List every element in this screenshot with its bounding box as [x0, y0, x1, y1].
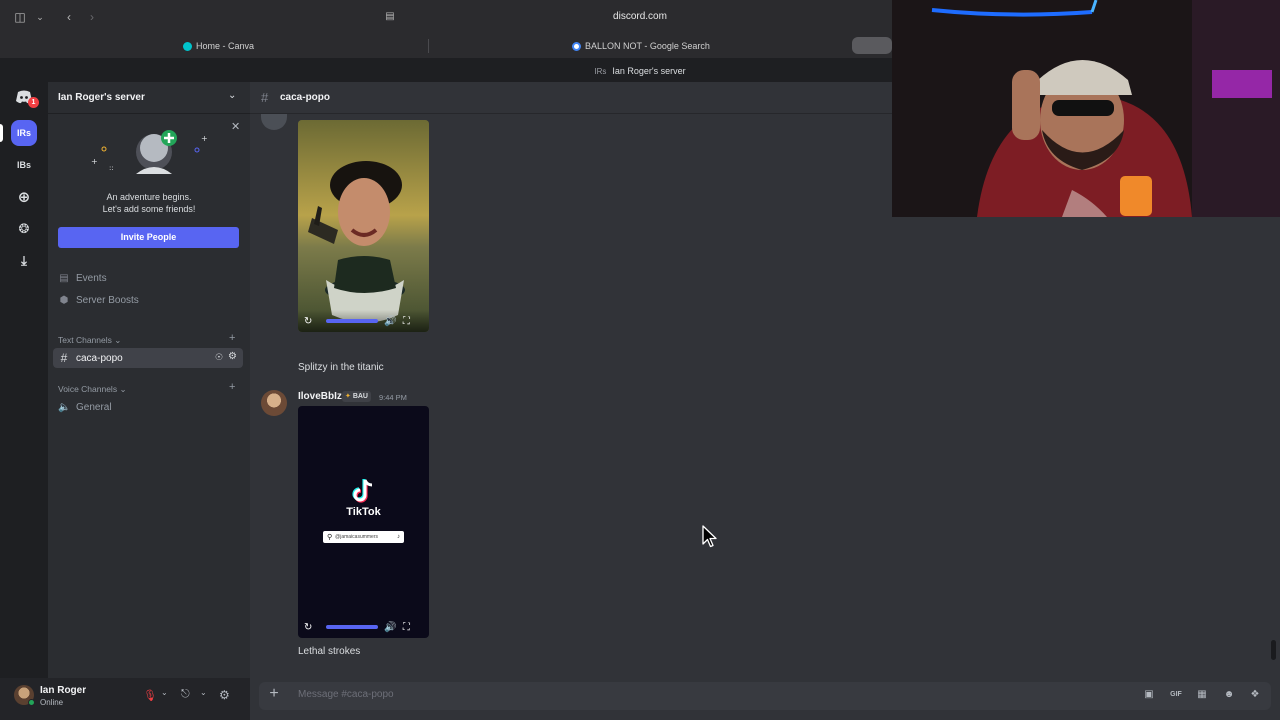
video-thumbnail: [298, 120, 429, 332]
selected-server-indicator: [0, 124, 3, 142]
svg-text:+: +: [91, 157, 98, 166]
avatar[interactable]: [261, 390, 287, 416]
emoji-icon[interactable]: ☻: [1222, 688, 1236, 702]
user-panel: [0, 678, 250, 720]
active-tab[interactable]: [852, 37, 892, 54]
add-attachment-icon[interactable]: +: [266, 686, 282, 702]
server-ibs[interactable]: IBs: [11, 152, 37, 178]
tab-divider: [428, 39, 429, 53]
volume-icon[interactable]: 🔊: [384, 622, 396, 633]
channel-label: caca-popo: [76, 352, 123, 364]
message-text: Splitzy in the titanic: [298, 362, 384, 373]
tab-label: BALLON NOT - Google Search: [585, 41, 710, 51]
chevron-down-icon[interactable]: ⌄: [228, 90, 236, 101]
add-channel-icon[interactable]: +: [229, 381, 235, 393]
sidebar-item-events[interactable]: ▤ Events: [58, 268, 107, 288]
webcam-overlay: [892, 0, 1280, 217]
scrollbar-thumb[interactable]: [1271, 640, 1276, 660]
channel-general[interactable]: 🔈 General: [58, 397, 112, 417]
hash-icon: #: [261, 90, 269, 105]
message-text: Lethal strokes: [298, 646, 361, 657]
channel-caca-popo[interactable]: # caca-popo: [58, 348, 123, 368]
tab-label: Home - Canva: [196, 41, 255, 51]
video-controls: ↻ 🔊 ⛶: [298, 616, 429, 638]
invite-people-button[interactable]: Invite People: [58, 227, 239, 248]
chevron-down-icon[interactable]: ⌄: [200, 688, 207, 697]
tiktok-small-icon: ♪: [397, 534, 400, 540]
welcome-illustration: + + ::: [91, 130, 208, 174]
channel-title: caca-popo: [280, 92, 331, 103]
explore-icon[interactable]: ❂: [11, 216, 37, 242]
video-embed-tiktok[interactable]: TikTok ⚲ @jamaicasummers ♪ ↻ 🔊 ⛶: [298, 406, 429, 638]
message-composer[interactable]: [259, 682, 1271, 710]
tab-canva[interactable]: Home - Canva: [183, 36, 254, 56]
welcome-line-1: An adventure begins.: [106, 192, 192, 202]
calendar-icon: ▤: [59, 272, 69, 284]
role-badge[interactable]: ✦ BAU: [342, 391, 371, 402]
message-input[interactable]: Message #caca-popo: [298, 689, 394, 700]
download-icon[interactable]: ⤓: [11, 248, 37, 274]
online-status-icon: [28, 699, 35, 706]
fullscreen-icon[interactable]: ⛶: [403, 316, 410, 327]
chevron-down-icon[interactable]: ⌄: [161, 688, 168, 697]
message-author[interactable]: IloveBbIz: [298, 391, 342, 402]
notification-badge: 1: [28, 97, 39, 108]
webcam-image: [892, 0, 1280, 217]
server-favicon-icon: IRs: [594, 67, 607, 76]
welcome-line-2: Let's add some friends!: [102, 204, 196, 214]
category-text-channels[interactable]: Text Channels ⌄: [58, 335, 121, 346]
tiktok-title: TikTok: [346, 506, 381, 518]
divider: [48, 113, 250, 114]
tiktok-search-box: ⚲ @jamaicasummers ♪: [323, 531, 404, 543]
google-icon: [572, 41, 581, 51]
search-icon: ⚲: [327, 534, 333, 541]
mouse-cursor-icon: [702, 525, 717, 548]
user-status: Online: [40, 698, 64, 707]
mic-muted-icon[interactable]: 🎙: [143, 689, 157, 702]
add-channel-icon[interactable]: +: [229, 332, 235, 344]
gear-icon[interactable]: ⚙: [228, 351, 237, 362]
gif-icon[interactable]: GIF: [1169, 688, 1183, 702]
tiktok-logo-icon: [298, 478, 429, 509]
volume-slider[interactable]: [326, 625, 379, 629]
replay-icon[interactable]: ↻: [304, 316, 312, 327]
server-irs[interactable]: IRs: [11, 120, 37, 146]
sidebar-item-label: Server Boosts: [76, 294, 139, 306]
apps-icon[interactable]: ❖: [1248, 688, 1262, 702]
wand-icon: ✦: [345, 393, 353, 400]
add-server-icon[interactable]: ⊕: [11, 184, 37, 210]
headphones-icon[interactable]: ⎋: [181, 688, 190, 701]
hash-icon: #: [60, 351, 68, 365]
sidebar-item-server-boosts[interactable]: ⬢ Server Boosts: [58, 290, 139, 310]
sticker-icon[interactable]: ▦: [1195, 688, 1209, 702]
message-timestamp: 9:44 PM: [379, 393, 407, 402]
video-controls: ↻ 🔊 ⛶: [298, 310, 429, 332]
sidebar-item-label: Events: [76, 272, 107, 284]
user-settings-gear-icon[interactable]: ⚙: [219, 688, 230, 702]
fullscreen-icon[interactable]: ⛶: [403, 622, 410, 633]
close-icon[interactable]: ✕: [231, 120, 240, 133]
search-text: @jamaicasummers: [335, 534, 379, 540]
replay-icon[interactable]: ↻: [304, 622, 312, 633]
volume-slider[interactable]: [326, 319, 379, 323]
server-name[interactable]: Ian Roger's server: [58, 92, 145, 103]
volume-icon[interactable]: 🔊: [384, 316, 396, 327]
video-embed-titanic[interactable]: ↻ 🔊 ⛶: [298, 120, 429, 332]
speaker-icon: 🔈: [58, 401, 71, 413]
svg-text:::: ::: [109, 164, 114, 172]
svg-text:+: +: [201, 134, 208, 143]
tab-google[interactable]: BALLON NOT - Google Search: [572, 36, 710, 56]
invite-member-icon[interactable]: ☉: [215, 352, 223, 363]
username[interactable]: Ian Roger: [40, 685, 86, 696]
category-voice-channels[interactable]: Voice Channels ⌄: [58, 384, 127, 395]
channel-label: General: [76, 401, 112, 413]
gift-icon[interactable]: ▣: [1142, 688, 1156, 702]
boost-icon: ⬢: [59, 294, 69, 306]
canva-icon: [183, 41, 192, 51]
